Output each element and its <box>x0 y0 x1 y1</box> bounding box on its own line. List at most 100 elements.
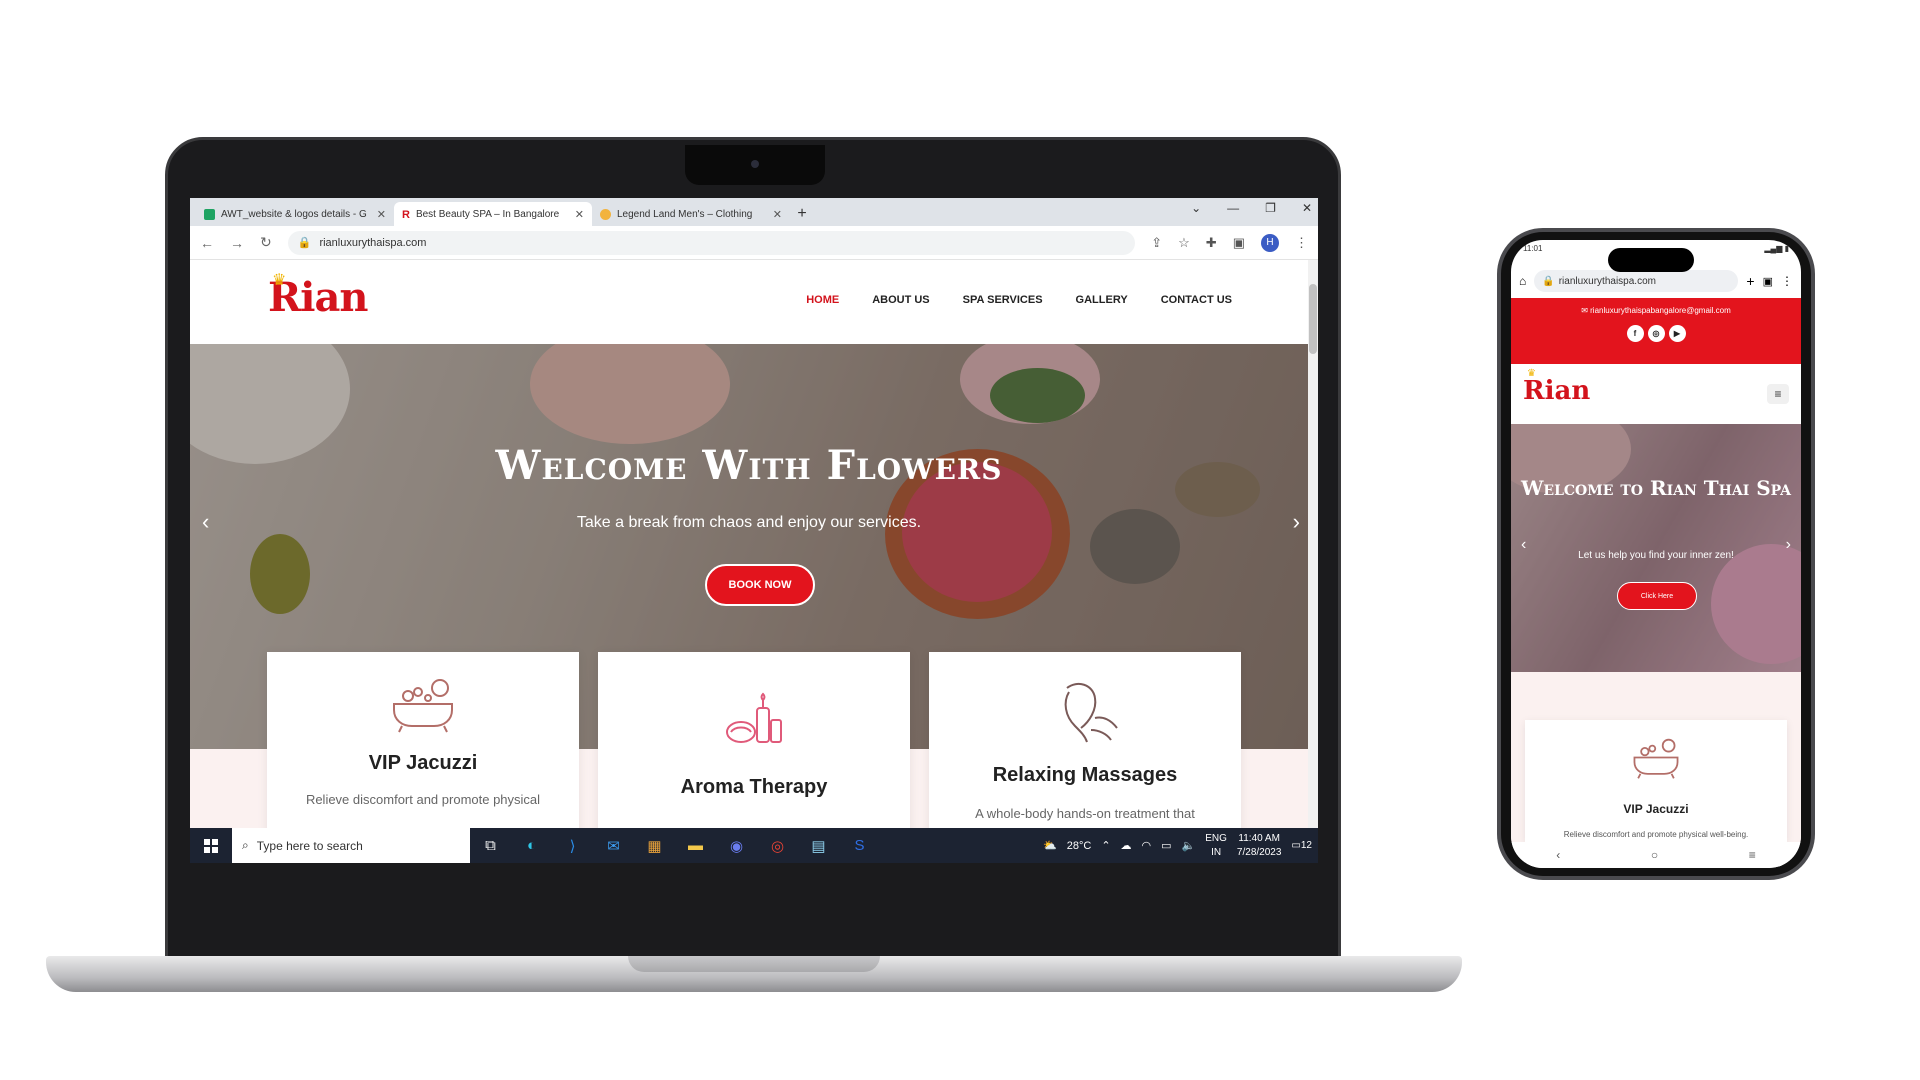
new-tab-button[interactable]: + <box>790 202 814 226</box>
taskbar-search-input[interactable]: ⌕ Type here to search <box>232 828 470 863</box>
teams-icon[interactable]: ◉ <box>716 837 757 855</box>
phone-topbar: ✉ rianluxurythaispabangalore@gmail.com f… <box>1511 298 1801 364</box>
nav-recents-icon[interactable]: ≡ <box>1749 848 1756 862</box>
lock-icon: 🔒 <box>297 237 312 249</box>
menu-kebab-icon[interactable]: ⋮ <box>1295 235 1308 251</box>
address-bar[interactable]: 🔒 rianluxurythaispa.com <box>287 230 1136 255</box>
slider-prev-icon[interactable]: ‹ <box>1521 536 1526 554</box>
windows-start-icon[interactable] <box>190 838 232 853</box>
tab-legend-land[interactable]: Legend Land Men's – Clothing ✕ <box>592 202 790 226</box>
aroma-candles-icon <box>598 686 910 756</box>
phone-services-section: VIP Jacuzzi Relieve discomfort and promo… <box>1511 672 1801 842</box>
taskbar-clock[interactable]: 11:40 AM 7/28/2023 <box>1237 832 1282 860</box>
back-icon[interactable]: ← <box>200 235 214 251</box>
card-title: VIP Jacuzzi <box>1623 802 1689 816</box>
phone-address-bar[interactable]: 🔒 rianluxurythaispa.com <box>1534 270 1739 292</box>
bookmark-star-icon[interactable]: ☆ <box>1178 235 1190 251</box>
new-tab-icon[interactable]: + <box>1746 273 1754 289</box>
service-card-vip-jacuzzi[interactable]: VIP Jacuzzi Relieve discomfort and promo… <box>267 652 579 828</box>
close-icon[interactable]: ✕ <box>575 208 584 221</box>
tab-awt-website[interactable]: AWT_website & logos details - G ✕ <box>196 202 394 226</box>
rian-favicon: R <box>402 208 410 221</box>
close-window-icon[interactable]: ✕ <box>1302 201 1312 215</box>
weather-icon[interactable]: ⛅ <box>1043 839 1057 852</box>
service-card-aroma-therapy[interactable]: Aroma Therapy <box>598 652 910 828</box>
browser-toolbar: ← → ↻ 🔒 rianluxurythaispa.com ⇪ ☆ ✚ ▣ H … <box>190 226 1318 260</box>
share-icon[interactable]: ⇪ <box>1151 235 1162 251</box>
onedrive-icon[interactable]: ☁ <box>1121 839 1132 852</box>
mail-icon[interactable]: ✉ <box>593 837 634 855</box>
vscode-icon[interactable]: ⟩ <box>552 837 593 855</box>
service-card-relaxing-massages[interactable]: Relaxing Massages A whole-body hands-on … <box>929 652 1241 828</box>
window-controls: ⌄ — ❐ ✕ <box>1191 201 1312 215</box>
tab-best-beauty-spa[interactable]: R Best Beauty SPA – In Bangalore ✕ <box>394 202 592 226</box>
file-explorer-icon[interactable]: ▬ <box>675 837 716 854</box>
close-icon[interactable]: ✕ <box>773 208 782 221</box>
volume-icon[interactable]: 🔈 <box>1182 839 1196 852</box>
close-icon[interactable]: ✕ <box>377 208 386 221</box>
card-title: Relaxing Massages <box>992 764 1178 786</box>
menu-item-spa-services[interactable]: SPA SERVICES <box>963 294 1043 306</box>
nav-back-icon[interactable]: ‹ <box>1556 848 1560 862</box>
nav-home-icon[interactable]: ○ <box>1651 848 1658 862</box>
card-title: Aroma Therapy <box>680 776 828 798</box>
menu-kebab-icon[interactable]: ⋮ <box>1781 274 1793 288</box>
battery-icon[interactable]: ▭ <box>1161 839 1171 852</box>
chrome-icon[interactable]: ◎ <box>757 837 798 855</box>
profile-avatar[interactable]: H <box>1261 233 1279 252</box>
slider-next-icon[interactable]: › <box>1293 509 1300 535</box>
contact-email[interactable]: ✉ rianluxurythaispabangalore@gmail.com <box>1511 306 1801 315</box>
forward-icon[interactable]: → <box>230 235 244 251</box>
phone-service-card[interactable]: VIP Jacuzzi Relieve discomfort and promo… <box>1525 720 1787 842</box>
slider-prev-icon[interactable]: ‹ <box>202 509 209 535</box>
scrollbar-thumb[interactable] <box>1309 284 1317 354</box>
click-here-button[interactable]: Click Here <box>1617 582 1697 610</box>
social-links: f ◎ ▶ <box>1511 325 1801 342</box>
store-icon[interactable]: ▦ <box>634 837 675 855</box>
instagram-icon[interactable]: ◎ <box>1647 325 1665 342</box>
reload-icon[interactable]: ↻ <box>260 234 272 251</box>
phone-dynamic-island <box>1608 248 1694 272</box>
weather-temp[interactable]: 28°C <box>1067 840 1092 852</box>
phone-logo[interactable]: Rian <box>1523 376 1590 406</box>
laptop-screen: AWT_website & logos details - G ✕ R Best… <box>190 198 1318 863</box>
wifi-icon[interactable]: ◠ <box>1142 839 1152 852</box>
restore-icon[interactable]: ❐ <box>1265 201 1276 215</box>
card-text: Relieve discomfort and promote physical … <box>1563 830 1749 839</box>
minimize-icon[interactable]: — <box>1227 201 1239 215</box>
youtube-icon[interactable]: ▶ <box>1668 325 1686 342</box>
book-now-button[interactable]: BOOK NOW <box>705 564 815 606</box>
home-icon[interactable]: ⌂ <box>1519 274 1526 288</box>
tab-label: AWT_website & logos details - G <box>221 208 367 220</box>
tab-search-icon[interactable]: ⌄ <box>1191 201 1201 215</box>
page-scrollbar[interactable] <box>1308 260 1318 828</box>
laptop-lid-groove <box>628 956 880 972</box>
facebook-icon[interactable]: f <box>1626 325 1644 342</box>
side-panel-icon[interactable]: ▣ <box>1233 235 1245 251</box>
phone-hero-subtitle: Let us help you find your inner zen! <box>1578 550 1734 561</box>
notifications-icon[interactable]: ▭12 <box>1291 840 1312 851</box>
notepad-icon[interactable]: ▤ <box>798 837 839 855</box>
language-indicator[interactable]: ENG IN <box>1205 832 1227 860</box>
menu-item-about[interactable]: ABOUT US <box>872 294 929 306</box>
device-mockup-stage: AWT_website & logos details - G ✕ R Best… <box>0 0 1920 1080</box>
extensions-icon[interactable]: ✚ <box>1206 235 1217 251</box>
lock-icon: 🔒 <box>1542 275 1555 287</box>
edge-icon[interactable]: ◐ <box>511 837 552 854</box>
bathtub-icon <box>267 676 579 746</box>
site-logo[interactable]: ♛ Rian <box>268 272 378 330</box>
chevron-up-icon[interactable]: ⌃ <box>1101 839 1110 852</box>
bathtub-icon <box>1525 736 1787 782</box>
task-view-icon[interactable]: ⧉ <box>470 837 511 854</box>
phone-site-header: ♛ Rian ≡ <box>1511 364 1801 424</box>
menu-item-contact[interactable]: CONTACT US <box>1161 294 1232 306</box>
phone-hero-title: Welcome to Rian Thai Spa <box>1520 476 1792 500</box>
skype-icon[interactable]: S <box>839 837 880 854</box>
menu-item-gallery[interactable]: GALLERY <box>1076 294 1128 306</box>
card-text: A whole-body hands-on treatment that <box>975 806 1195 821</box>
hamburger-menu-icon[interactable]: ≡ <box>1767 384 1789 404</box>
crown-icon: ♛ <box>272 272 287 289</box>
slider-next-icon[interactable]: › <box>1786 536 1791 554</box>
menu-item-home[interactable]: HOME <box>806 294 839 306</box>
tabs-count-icon[interactable]: ▣ <box>1763 275 1773 288</box>
